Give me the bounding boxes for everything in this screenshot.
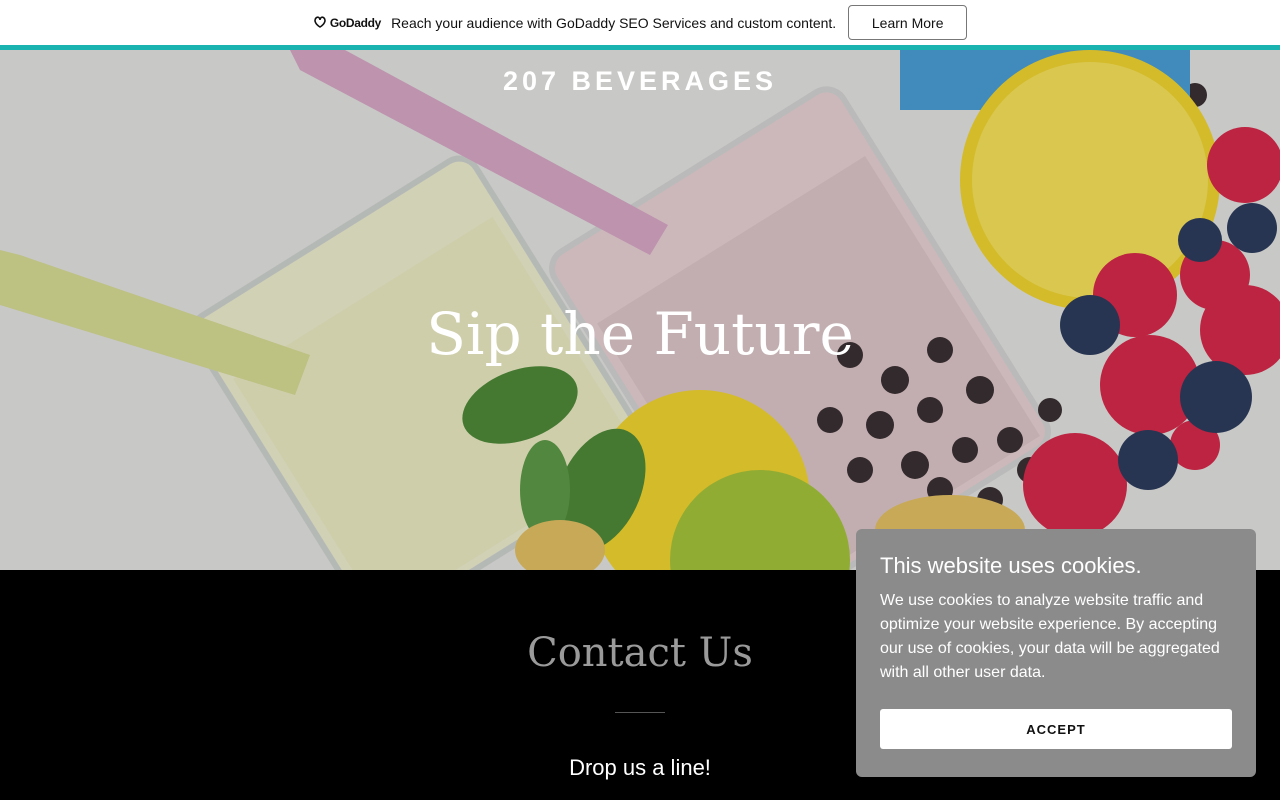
heading-divider [615, 712, 665, 713]
cookie-banner: This website uses cookies. We use cookie… [856, 529, 1256, 777]
learn-more-button[interactable]: Learn More [848, 5, 968, 40]
hero-section: 207 BEVERAGES Sip the Future [0, 50, 1280, 570]
cookie-banner-title: This website uses cookies. [880, 553, 1142, 578]
godaddy-logo-text: GoDaddy [329, 15, 382, 30]
godaddy-logo: GoDaddy [313, 16, 381, 30]
accept-cookies-button[interactable]: ACCEPT [880, 709, 1232, 749]
promo-bar: GoDaddy Reach your audience with GoDaddy… [0, 0, 1280, 50]
site-title[interactable]: 207 BEVERAGES [0, 66, 1280, 97]
cookie-banner-body: We use cookies to analyze website traffi… [880, 592, 1220, 681]
godaddy-logo-icon [314, 16, 326, 28]
hero-tagline: Sip the Future [426, 300, 854, 368]
promo-message: Reach your audience with GoDaddy SEO Ser… [391, 14, 837, 31]
